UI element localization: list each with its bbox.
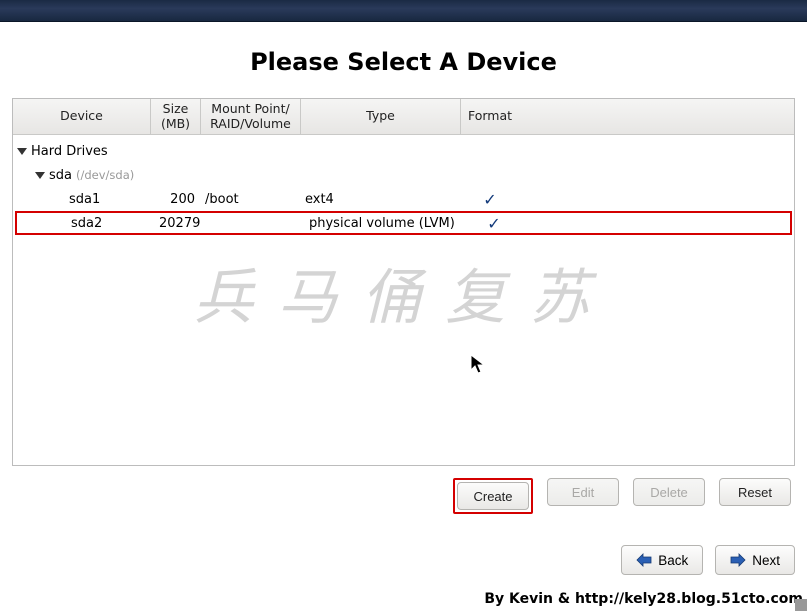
check-icon: ✓ [487, 214, 500, 233]
credit-text: By Kevin & http://kely28.blog.51cto.com [484, 591, 803, 607]
resize-grip-icon [795, 599, 807, 611]
partition-mount: /boot [201, 192, 301, 207]
col-type[interactable]: Type [301, 99, 461, 134]
check-icon: ✓ [483, 190, 496, 209]
watermark-text: 兵马俑复苏 [13, 249, 794, 336]
disk-path: (/dev/sda) [76, 168, 134, 182]
highlight-box: Create [453, 478, 533, 514]
device-panel: Device Size (MB) Mount Point/ RAID/Volum… [12, 98, 795, 466]
col-format[interactable]: Format [461, 99, 519, 134]
page-title: Please Select A Device [12, 22, 795, 98]
edit-button: Edit [547, 478, 619, 506]
delete-button: Delete [633, 478, 705, 506]
table-header: Device Size (MB) Mount Point/ RAID/Volum… [13, 99, 794, 135]
col-device[interactable]: Device [13, 99, 151, 134]
next-button[interactable]: Next [715, 545, 795, 575]
partition-name: sda2 [71, 216, 102, 231]
disk-name: sda [49, 168, 72, 183]
back-label: Back [658, 553, 688, 568]
create-button[interactable]: Create [457, 482, 529, 510]
table-row[interactable]: sda2 20279 physical volume (LVM) ✓ [15, 211, 792, 235]
partition-size: 20279 [155, 216, 205, 231]
mouse-cursor-icon [470, 354, 486, 380]
window-title-bar [0, 0, 807, 22]
partition-size: 200 [151, 192, 201, 207]
next-label: Next [752, 553, 780, 568]
reset-button[interactable]: Reset [719, 478, 791, 506]
action-button-row: Create Edit Delete Reset [12, 466, 795, 514]
tree-root-label: Hard Drives [31, 144, 108, 159]
partition-type: physical volume (LVM) [305, 216, 465, 231]
back-button[interactable]: Back [621, 545, 703, 575]
nav-button-row: Back Next [621, 545, 795, 575]
col-spacer [519, 99, 794, 134]
col-size[interactable]: Size (MB) [151, 99, 201, 134]
table-row[interactable]: sda1 200 /boot ext4 ✓ [13, 187, 794, 211]
partition-type: ext4 [301, 192, 461, 207]
arrow-left-icon [636, 553, 652, 567]
col-mount[interactable]: Mount Point/ RAID/Volume [201, 99, 301, 134]
partition-name: sda1 [69, 192, 100, 207]
expand-icon[interactable] [17, 148, 27, 155]
arrow-right-icon [730, 553, 746, 567]
device-tree: Hard Drives sda (/dev/sda) sda1 200 /boo… [13, 135, 794, 235]
tree-disk-row[interactable]: sda (/dev/sda) [13, 163, 794, 187]
expand-icon[interactable] [35, 172, 45, 179]
tree-root-row[interactable]: Hard Drives [13, 139, 794, 163]
